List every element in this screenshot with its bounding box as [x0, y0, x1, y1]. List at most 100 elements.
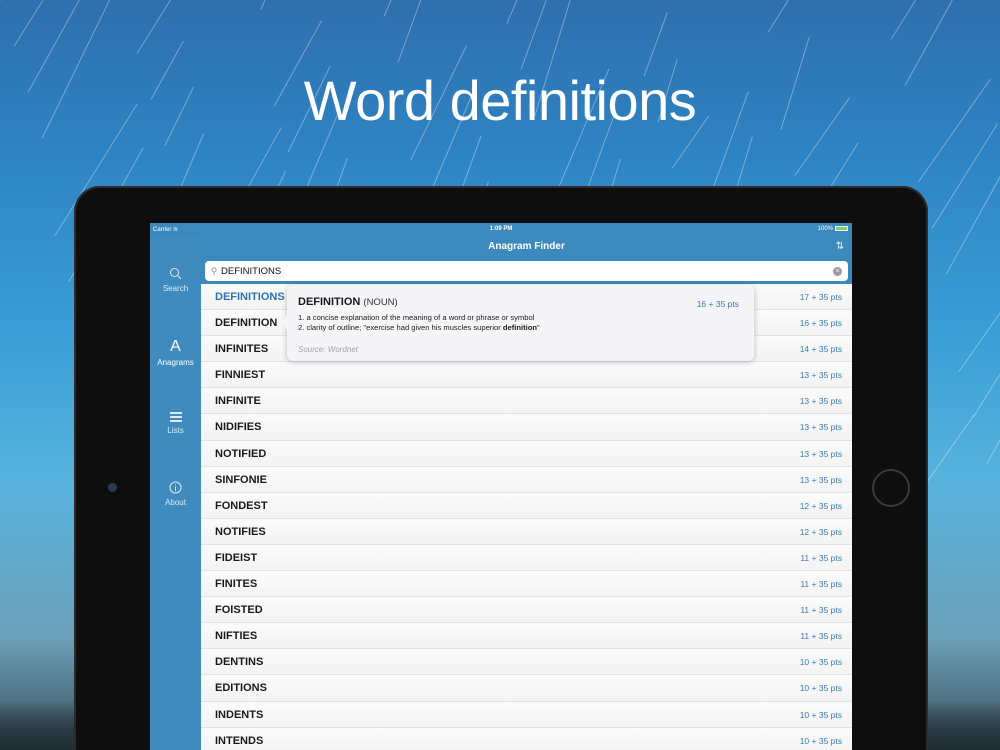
star-trail: [767, 0, 841, 33]
result-points: 10 + 35 pts: [799, 735, 842, 746]
battery-indicator: 100%: [818, 226, 848, 232]
result-points: 13 + 35 pts: [799, 370, 842, 381]
star-trail: [972, 348, 1000, 418]
sidebar-item-anagrams[interactable]: A Anagrams: [150, 338, 201, 367]
search-bar: ⚲ ×: [201, 258, 852, 284]
app-screen: Carrier ≋ 1:09 PM 100% Search A Anagrams…: [150, 223, 852, 750]
sidebar-item-lists[interactable]: Lists: [150, 412, 201, 435]
status-time: 1:09 PM: [489, 226, 513, 232]
result-row[interactable]: NOTIFIES 12 + 35 pts: [201, 518, 852, 545]
star-trail: [178, 133, 205, 192]
sidebar-item-label: Lists: [167, 426, 184, 435]
headline: Word definitions: [303, 69, 697, 132]
result-points: 13 + 35 pts: [799, 396, 842, 407]
result-word: NOTIFIED: [215, 447, 267, 460]
result-word: NIDIFIES: [215, 421, 262, 434]
result-points: 11 + 35 pts: [800, 579, 842, 590]
sort-icon[interactable]: ⇅: [836, 241, 844, 252]
popover-word: DEFINITION (NOUN): [298, 296, 398, 308]
result-row[interactable]: INDENTS 10 + 35 pts: [201, 701, 852, 728]
result-points: 13 + 35 pts: [799, 422, 842, 433]
ipad-frame: Carrier ≋ 1:09 PM 100% Search A Anagrams…: [74, 186, 928, 750]
star-trail: [260, 0, 315, 10]
result-points: 10 + 35 pts: [799, 657, 842, 668]
result-row[interactable]: FINITES 11 + 35 pts: [201, 571, 852, 598]
result-row[interactable]: NOTIFIED 13 + 35 pts: [201, 440, 852, 467]
navigation-bar: Anagram Finder ⇅: [201, 237, 852, 258]
search-field-container: ⚲ ×: [205, 261, 848, 281]
result-row[interactable]: EDITIONS 10 + 35 pts: [201, 675, 852, 702]
result-row[interactable]: FOISTED 11 + 35 pts: [201, 597, 852, 624]
home-button[interactable]: [872, 469, 910, 507]
result-word: INFINITES: [215, 343, 269, 356]
star-trail: [136, 0, 174, 54]
result-row[interactable]: NIDIFIES 13 + 35 pts: [201, 414, 852, 441]
star-trail: [986, 394, 1000, 464]
search-input[interactable]: [221, 265, 833, 277]
sidebar-item-label: About: [165, 498, 186, 507]
part-of-speech: (NOUN): [363, 297, 398, 308]
star-trail: [958, 303, 1000, 372]
result-word: FIDEIST: [215, 551, 258, 564]
result-word: NIFTIES: [215, 630, 258, 643]
result-word: SINFONIE: [215, 473, 267, 486]
result-row[interactable]: FIDEIST 11 + 35 pts: [201, 544, 852, 572]
result-points: 13 + 35 pts: [799, 448, 842, 459]
sidebar-item-label: Anagrams: [157, 358, 194, 367]
result-word: DEFINITION: [215, 317, 278, 330]
result-word: DENTINS: [215, 656, 264, 669]
star-trail: [520, 0, 589, 70]
result-row[interactable]: FINNIEST 13 + 35 pts: [201, 362, 852, 389]
page-title: Anagram Finder: [488, 241, 565, 252]
result-word: INFINITE: [215, 395, 261, 408]
result-points: 11 + 35 pts: [800, 605, 842, 616]
star-trail: [506, 0, 586, 24]
sidebar-item-search[interactable]: Search: [150, 267, 201, 293]
result-word: NOTIFIES: [215, 525, 266, 538]
result-row[interactable]: INTENDS 10 + 35 pts: [201, 727, 852, 750]
star-trail: [0, 0, 24, 1]
result-word: FINITES: [215, 578, 258, 591]
camera-icon: [108, 483, 117, 492]
star-trail: [890, 0, 980, 40]
result-row[interactable]: INFINITE 13 + 35 pts: [201, 388, 852, 415]
search-icon: [170, 268, 182, 280]
result-points: 13 + 35 pts: [799, 474, 842, 485]
result-word: FONDEST: [215, 499, 268, 512]
info-icon: [169, 481, 182, 494]
result-points: 12 + 35 pts: [799, 500, 842, 511]
definition-1: 1. a concise explanation of the meaning …: [298, 313, 535, 322]
result-row[interactable]: FONDEST 12 + 35 pts: [201, 492, 852, 519]
battery-icon: [835, 226, 848, 231]
result-points: 11 + 35 pts: [800, 552, 842, 563]
star-trail: [931, 123, 999, 229]
result-row[interactable]: SINFONIE 13 + 35 pts: [201, 466, 852, 493]
result-word: INDENTS: [215, 708, 264, 721]
result-points: 14 + 35 pts: [799, 344, 842, 355]
popover-points: 16 + 35 pts: [696, 299, 739, 309]
result-word: FINNIEST: [215, 369, 266, 382]
result-word: INTENDS: [215, 734, 264, 747]
search-icon: ⚲: [210, 265, 218, 276]
result-points: 12 + 35 pts: [799, 526, 842, 537]
definition-2: 2. clarity of outline; "exercise had giv…: [298, 323, 540, 332]
sidebar: Search A Anagrams Lists About: [150, 237, 201, 750]
star-trail: [945, 167, 1000, 275]
definition-source: Source: Wordnet: [298, 345, 359, 354]
result-points: 10 + 35 pts: [799, 709, 842, 720]
result-points: 10 + 35 pts: [799, 683, 842, 694]
sidebar-item-about[interactable]: About: [150, 481, 201, 507]
sidebar-item-label: Search: [162, 284, 189, 293]
definition-popover: DEFINITION (NOUN) 16 + 35 pts 1. a conci…: [280, 285, 754, 361]
result-row[interactable]: DENTINS 10 + 35 pts: [201, 649, 852, 676]
result-row[interactable]: NIFTIES 11 + 35 pts: [201, 623, 852, 650]
letter-a-icon: A: [170, 338, 181, 355]
clear-icon[interactable]: ×: [833, 266, 842, 276]
result-points: 17 + 35 pts: [799, 292, 842, 302]
result-word: EDITIONS: [215, 682, 267, 695]
star-trail: [397, 0, 456, 63]
status-bar: Carrier ≋ 1:09 PM 100%: [150, 223, 852, 237]
result-word: DEFINITIONS: [215, 291, 285, 303]
result-word: FOISTED: [215, 604, 263, 617]
result-points: 11 + 35 pts: [800, 631, 842, 642]
